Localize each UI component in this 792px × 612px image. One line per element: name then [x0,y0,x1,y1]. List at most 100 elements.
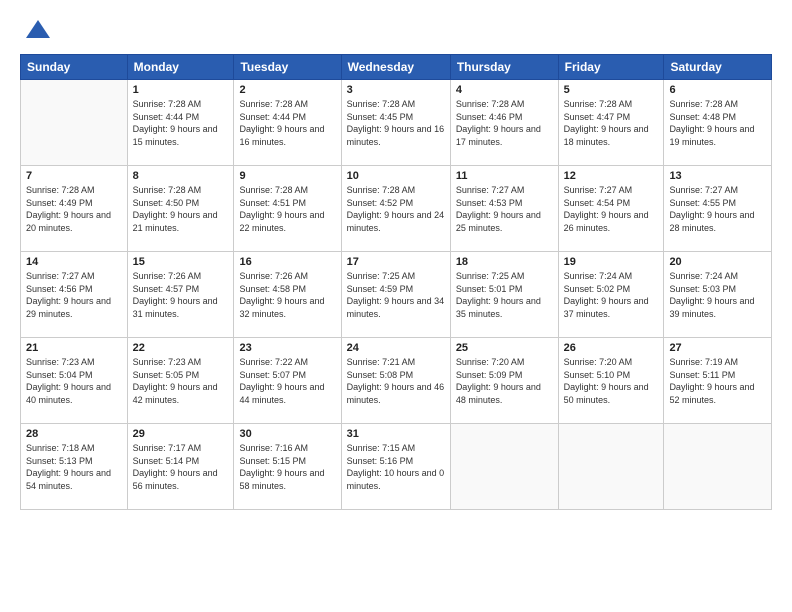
day-number: 19 [564,256,659,268]
day-cell: 17Sunrise: 7:25 AMSunset: 4:59 PMDayligh… [341,252,450,338]
day-cell: 9 Sunrise: 7:28 AMSunset: 4:51 PMDaylight… [234,166,341,252]
day-cell: 26Sunrise: 7:20 AMSunset: 5:10 PMDayligh… [558,338,664,424]
week-row-2: 7Sunrise: 7:28 AMSunset: 4:49 PMDaylight… [21,166,772,252]
day-cell [664,424,772,510]
week-row-4: 21 Sunrise: 7:23 AMSunset: 5:04 PMDayligh… [21,338,772,424]
day-info: Sunrise: 7:24 AMSunset: 5:03 PMDaylight:… [669,270,766,320]
day-number: 1 [133,84,229,96]
day-info: Sunrise: 7:20 AMSunset: 5:09 PMDaylight:… [456,356,553,406]
day-cell: 23 Sunrise: 7:22 AMSunset: 5:07 PMDayligh… [234,338,341,424]
week-row-5: 28 Sunrise: 7:18 AMSunset: 5:13 PMDayligh… [21,424,772,510]
day-info: Sunrise: 7:18 AMSunset: 5:13 PMDaylight:… [26,442,122,492]
day-cell: 18 Sunrise: 7:25 AMSunset: 5:01 PMDayligh… [450,252,558,338]
day-cell: 7Sunrise: 7:28 AMSunset: 4:49 PMDaylight… [21,166,128,252]
day-info: Sunrise: 7:26 AMSunset: 4:58 PMDaylight:… [239,270,335,320]
day-cell: 4Sunrise: 7:28 AMSunset: 4:46 PMDaylight… [450,80,558,166]
day-number: 18 [456,256,553,268]
day-number: 22 [133,342,229,354]
day-info: Sunrise: 7:27 AMSunset: 4:53 PMDaylight:… [456,184,553,234]
day-cell: 14 Sunrise: 7:27 AMSunset: 4:56 PMDayligh… [21,252,128,338]
day-info: Sunrise: 7:26 AMSunset: 4:57 PMDaylight:… [133,270,229,320]
day-number: 28 [26,428,122,440]
day-number: 8 [133,170,229,182]
header-cell-tuesday: Tuesday [234,55,341,80]
header-row: SundayMondayTuesdayWednesdayThursdayFrid… [21,55,772,80]
day-info: Sunrise: 7:27 AMSunset: 4:56 PMDaylight:… [26,270,122,320]
day-info: Sunrise: 7:24 AMSunset: 5:02 PMDaylight:… [564,270,659,320]
logo [20,16,52,44]
day-number: 24 [347,342,445,354]
day-number: 7 [26,170,122,182]
day-cell: 6Sunrise: 7:28 AMSunset: 4:48 PMDaylight… [664,80,772,166]
day-number: 20 [669,256,766,268]
logo-icon [24,16,52,44]
day-number: 21 [26,342,122,354]
day-info: Sunrise: 7:28 AMSunset: 4:45 PMDaylight:… [347,98,445,148]
day-info: Sunrise: 7:28 AMSunset: 4:44 PMDaylight:… [133,98,229,148]
day-number: 14 [26,256,122,268]
day-number: 17 [347,256,445,268]
day-cell: 11 Sunrise: 7:27 AMSunset: 4:53 PMDayligh… [450,166,558,252]
day-number: 11 [456,170,553,182]
day-number: 2 [239,84,335,96]
day-number: 15 [133,256,229,268]
day-cell: 5 Sunrise: 7:28 AMSunset: 4:47 PMDaylight… [558,80,664,166]
day-number: 4 [456,84,553,96]
day-cell: 1 Sunrise: 7:28 AMSunset: 4:44 PMDaylight… [127,80,234,166]
day-info: Sunrise: 7:28 AMSunset: 4:50 PMDaylight:… [133,184,229,234]
day-cell: 19 Sunrise: 7:24 AMSunset: 5:02 PMDayligh… [558,252,664,338]
day-info: Sunrise: 7:19 AMSunset: 5:11 PMDaylight:… [669,356,766,406]
day-cell [558,424,664,510]
day-info: Sunrise: 7:15 AMSunset: 5:16 PMDaylight:… [347,442,445,492]
header-cell-thursday: Thursday [450,55,558,80]
day-info: Sunrise: 7:28 AMSunset: 4:44 PMDaylight:… [239,98,335,148]
day-cell: 16 Sunrise: 7:26 AMSunset: 4:58 PMDayligh… [234,252,341,338]
day-cell: 13Sunrise: 7:27 AMSunset: 4:55 PMDayligh… [664,166,772,252]
day-number: 25 [456,342,553,354]
day-cell: 24 Sunrise: 7:21 AMSunset: 5:08 PMDayligh… [341,338,450,424]
day-cell: 8 Sunrise: 7:28 AMSunset: 4:50 PMDaylight… [127,166,234,252]
day-cell: 21 Sunrise: 7:23 AMSunset: 5:04 PMDayligh… [21,338,128,424]
day-info: Sunrise: 7:23 AMSunset: 5:05 PMDaylight:… [133,356,229,406]
day-number: 26 [564,342,659,354]
day-cell: 25 Sunrise: 7:20 AMSunset: 5:09 PMDayligh… [450,338,558,424]
day-number: 5 [564,84,659,96]
day-info: Sunrise: 7:22 AMSunset: 5:07 PMDaylight:… [239,356,335,406]
day-number: 9 [239,170,335,182]
calendar-table: SundayMondayTuesdayWednesdayThursdayFrid… [20,54,772,510]
header [20,16,772,44]
day-cell: 10 Sunrise: 7:28 AMSunset: 4:52 PMDayligh… [341,166,450,252]
day-number: 3 [347,84,445,96]
day-info: Sunrise: 7:21 AMSunset: 5:08 PMDaylight:… [347,356,445,406]
day-cell: 2 Sunrise: 7:28 AMSunset: 4:44 PMDaylight… [234,80,341,166]
day-cell: 3 Sunrise: 7:28 AMSunset: 4:45 PMDaylight… [341,80,450,166]
day-info: Sunrise: 7:28 AMSunset: 4:51 PMDaylight:… [239,184,335,234]
day-info: Sunrise: 7:27 AMSunset: 4:55 PMDaylight:… [669,184,766,234]
day-info: Sunrise: 7:28 AMSunset: 4:52 PMDaylight:… [347,184,445,234]
week-row-3: 14 Sunrise: 7:27 AMSunset: 4:56 PMDayligh… [21,252,772,338]
day-number: 31 [347,428,445,440]
day-info: Sunrise: 7:17 AMSunset: 5:14 PMDaylight:… [133,442,229,492]
day-cell: 27Sunrise: 7:19 AMSunset: 5:11 PMDayligh… [664,338,772,424]
day-cell: 12Sunrise: 7:27 AMSunset: 4:54 PMDayligh… [558,166,664,252]
header-cell-saturday: Saturday [664,55,772,80]
header-cell-wednesday: Wednesday [341,55,450,80]
day-cell: 30Sunrise: 7:16 AMSunset: 5:15 PMDayligh… [234,424,341,510]
week-row-1: 1 Sunrise: 7:28 AMSunset: 4:44 PMDaylight… [21,80,772,166]
day-number: 10 [347,170,445,182]
day-cell: 31 Sunrise: 7:15 AMSunset: 5:16 PMDayligh… [341,424,450,510]
day-number: 30 [239,428,335,440]
day-info: Sunrise: 7:28 AMSunset: 4:47 PMDaylight:… [564,98,659,148]
day-info: Sunrise: 7:25 AMSunset: 5:01 PMDaylight:… [456,270,553,320]
header-cell-friday: Friday [558,55,664,80]
day-info: Sunrise: 7:27 AMSunset: 4:54 PMDaylight:… [564,184,659,234]
day-number: 23 [239,342,335,354]
day-info: Sunrise: 7:28 AMSunset: 4:48 PMDaylight:… [669,98,766,148]
day-number: 29 [133,428,229,440]
day-number: 16 [239,256,335,268]
day-info: Sunrise: 7:23 AMSunset: 5:04 PMDaylight:… [26,356,122,406]
day-cell [21,80,128,166]
day-cell: 15 Sunrise: 7:26 AMSunset: 4:57 PMDayligh… [127,252,234,338]
day-cell: 20 Sunrise: 7:24 AMSunset: 5:03 PMDayligh… [664,252,772,338]
page: SundayMondayTuesdayWednesdayThursdayFrid… [0,0,792,612]
